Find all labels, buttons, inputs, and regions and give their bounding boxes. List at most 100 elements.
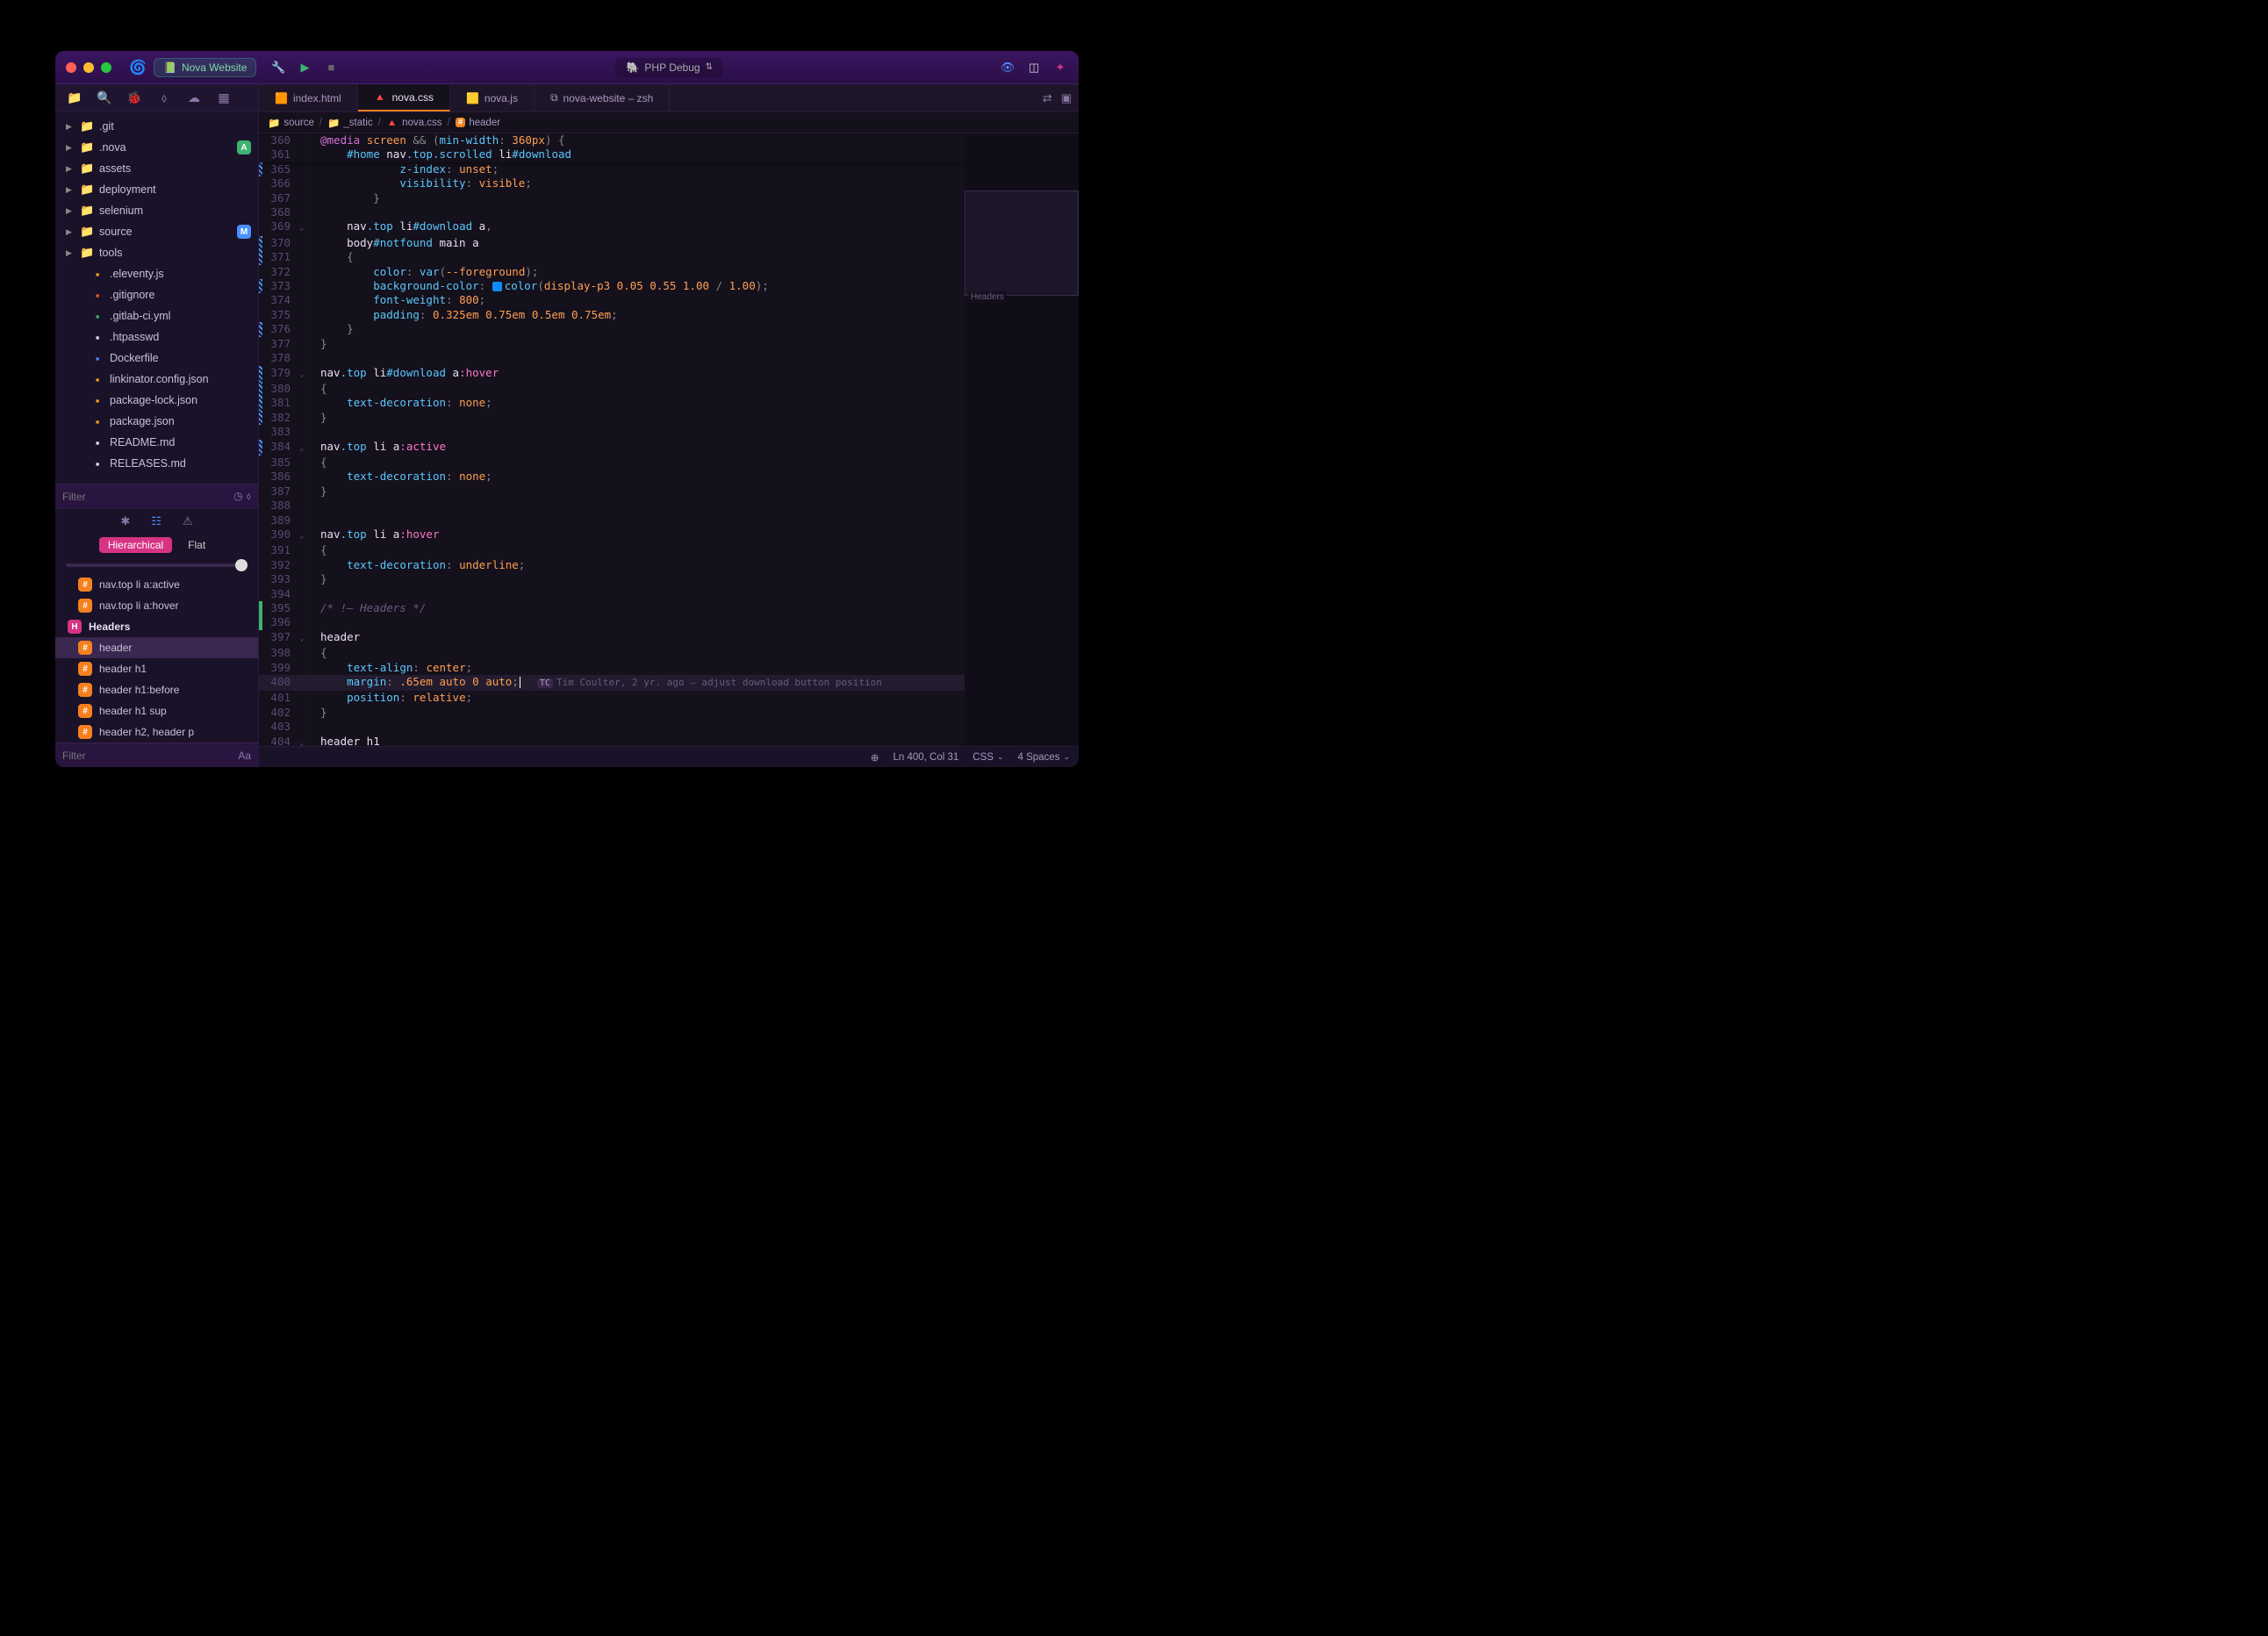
- tree-item[interactable]: ▪RELEASES.md: [55, 453, 258, 474]
- code-line[interactable]: 375 padding: 0.325em 0.75em 0.5em 0.75em…: [259, 308, 965, 322]
- symbol-item[interactable]: #header h1: [55, 658, 258, 679]
- project-tab[interactable]: 📗 Nova Website: [154, 58, 256, 77]
- close-window-button[interactable]: [66, 62, 76, 73]
- issues-tab-icon[interactable]: 🐞: [127, 91, 141, 105]
- code-line[interactable]: 398{: [259, 646, 965, 660]
- stop-icon[interactable]: ■: [323, 60, 339, 75]
- sticky-line[interactable]: 360@media screen && (min-width: 360px) {: [259, 133, 965, 147]
- code-line[interactable]: 365 z-index: unset;: [259, 162, 965, 176]
- clock-icon[interactable]: ◷: [233, 490, 242, 503]
- code-line[interactable]: 403: [259, 720, 965, 734]
- files-tab-icon[interactable]: 📁: [68, 91, 82, 105]
- code-line[interactable]: 368: [259, 205, 965, 219]
- zoom-window-button[interactable]: [101, 62, 111, 73]
- editor-tab[interactable]: 🟧index.html: [259, 84, 358, 111]
- hierarchical-toggle[interactable]: Hierarchical: [99, 537, 172, 553]
- case-icon[interactable]: Aa: [238, 750, 251, 762]
- editor-tab[interactable]: 🔺nova.css: [358, 84, 450, 111]
- code-line[interactable]: 392 text-decoration: underline;: [259, 558, 965, 572]
- code-line[interactable]: 387}: [259, 484, 965, 499]
- symbols-depth-slider[interactable]: [55, 556, 258, 574]
- fold-chevron-icon[interactable]: ⌄: [299, 635, 304, 643]
- code-line[interactable]: 404⌄header h1: [259, 735, 965, 746]
- tree-item[interactable]: ▶📁selenium: [55, 200, 258, 221]
- symbol-item[interactable]: #header: [55, 637, 258, 658]
- fold-chevron-icon[interactable]: ⌄: [299, 739, 304, 746]
- code-line[interactable]: 366 visibility: visible;: [259, 176, 965, 190]
- run-icon[interactable]: ▶: [297, 60, 312, 75]
- breadcrumb[interactable]: 📁source/📁_static/🔺nova.css/#header: [259, 112, 1079, 133]
- fold-chevron-icon[interactable]: ⌄: [299, 444, 304, 453]
- symbols-filter-input[interactable]: [62, 750, 233, 762]
- breadcrumb-item[interactable]: #header: [456, 118, 500, 128]
- tree-item[interactable]: ▶📁.novaA: [55, 137, 258, 158]
- cloud-tab-icon[interactable]: ☁: [187, 91, 201, 105]
- clips-tab-icon[interactable]: ▦: [217, 91, 231, 105]
- sticky-line[interactable]: 361 #home nav.top.scrolled li#download: [259, 147, 965, 161]
- code-line[interactable]: 378: [259, 351, 965, 365]
- tree-item[interactable]: ▪README.md: [55, 432, 258, 453]
- symbols-list[interactable]: #nav.top li a:active#nav.top li a:hoverH…: [55, 574, 258, 743]
- preview-icon[interactable]: 👁: [1000, 60, 1016, 75]
- fold-chevron-icon[interactable]: ⌄: [299, 370, 304, 379]
- tree-item[interactable]: ▶📁.git: [55, 116, 258, 137]
- breadcrumb-item[interactable]: 🔺nova.css: [386, 117, 442, 129]
- symbol-item[interactable]: #header h1:before: [55, 679, 258, 700]
- code-line[interactable]: 393}: [259, 572, 965, 586]
- minimap-viewport[interactable]: [965, 190, 1079, 296]
- symbol-mode-nav-icon[interactable]: ☷: [151, 514, 161, 528]
- code-line[interactable]: 382}: [259, 411, 965, 425]
- editor-tab[interactable]: ⧉nova-website – zsh: [535, 84, 670, 111]
- code-line[interactable]: 400 margin: .65em auto 0 auto; TCTim Cou…: [259, 675, 965, 691]
- status-target-icon[interactable]: ⊕: [871, 751, 879, 764]
- panels-icon[interactable]: ◫: [1026, 60, 1042, 75]
- status-language[interactable]: CSS ⌄: [973, 752, 1003, 763]
- breadcrumb-item[interactable]: 📁_static: [327, 117, 373, 129]
- add-icon[interactable]: ✦: [1052, 60, 1068, 75]
- layout-icon[interactable]: ▣: [1061, 91, 1072, 105]
- symbol-item[interactable]: #nav.top li a:active: [55, 574, 258, 595]
- flat-toggle[interactable]: Flat: [179, 537, 214, 553]
- status-indentation[interactable]: 4 Spaces ⌄: [1018, 752, 1071, 763]
- tree-item[interactable]: ▪.gitlab-ci.yml: [55, 305, 258, 326]
- code-line[interactable]: 388: [259, 499, 965, 513]
- code-line[interactable]: 381 text-decoration: none;: [259, 396, 965, 410]
- code-line[interactable]: 374 font-weight: 800;: [259, 293, 965, 307]
- code-line[interactable]: 379⌄nav.top li#download a:hover: [259, 366, 965, 382]
- code-line[interactable]: 390⌄nav.top li a:hover: [259, 527, 965, 543]
- code-line[interactable]: 367 }: [259, 191, 965, 205]
- code-line[interactable]: 397⌄header: [259, 630, 965, 646]
- tree-item[interactable]: ▪.eleventy.js: [55, 263, 258, 284]
- code-line[interactable]: 394: [259, 587, 965, 601]
- code-line[interactable]: 386 text-decoration: none;: [259, 470, 965, 484]
- symbol-mode-all-icon[interactable]: ✱: [120, 514, 130, 528]
- code-line[interactable]: 391{: [259, 543, 965, 557]
- code-editor[interactable]: 360@media screen && (min-width: 360px) {…: [259, 133, 965, 746]
- editor-tab[interactable]: 🟨nova.js: [450, 84, 535, 111]
- symbol-item[interactable]: #header h2, header p: [55, 721, 258, 743]
- tree-item[interactable]: ▶📁deployment: [55, 179, 258, 200]
- code-line[interactable]: 383: [259, 425, 965, 439]
- scm-tab-icon[interactable]: ⬨: [157, 91, 171, 105]
- tree-item[interactable]: ▪package-lock.json: [55, 390, 258, 411]
- code-line[interactable]: 376 }: [259, 322, 965, 336]
- tree-item[interactable]: ▶📁assets: [55, 158, 258, 179]
- fold-chevron-icon[interactable]: ⌄: [299, 532, 304, 541]
- breadcrumb-item[interactable]: 📁source: [268, 117, 314, 129]
- minimap[interactable]: Headers: [965, 133, 1079, 746]
- code-line[interactable]: 395/* !— Headers */: [259, 601, 965, 615]
- tree-item[interactable]: ▪Dockerfile: [55, 348, 258, 369]
- code-line[interactable]: 380{: [259, 382, 965, 396]
- tree-item[interactable]: ▶📁sourceM: [55, 221, 258, 242]
- file-tree[interactable]: ▶📁.git▶📁.novaA▶📁assets▶📁deployment▶📁sele…: [55, 112, 258, 484]
- code-line[interactable]: 373 background-color: color(display-p3 0…: [259, 279, 965, 293]
- symbol-mode-warn-icon[interactable]: ⚠: [183, 514, 193, 528]
- symbol-item[interactable]: #nav.top li a:hover: [55, 595, 258, 616]
- status-cursor-position[interactable]: Ln 400, Col 31: [893, 752, 958, 763]
- code-line[interactable]: 401 position: relative;: [259, 691, 965, 705]
- tree-item[interactable]: ▪linkinator.config.json: [55, 369, 258, 390]
- tree-item[interactable]: ▶📁tools: [55, 242, 258, 263]
- search-tab-icon[interactable]: 🔍: [97, 91, 111, 105]
- file-filter-input[interactable]: [62, 491, 228, 503]
- fold-chevron-icon[interactable]: ⌄: [299, 224, 304, 233]
